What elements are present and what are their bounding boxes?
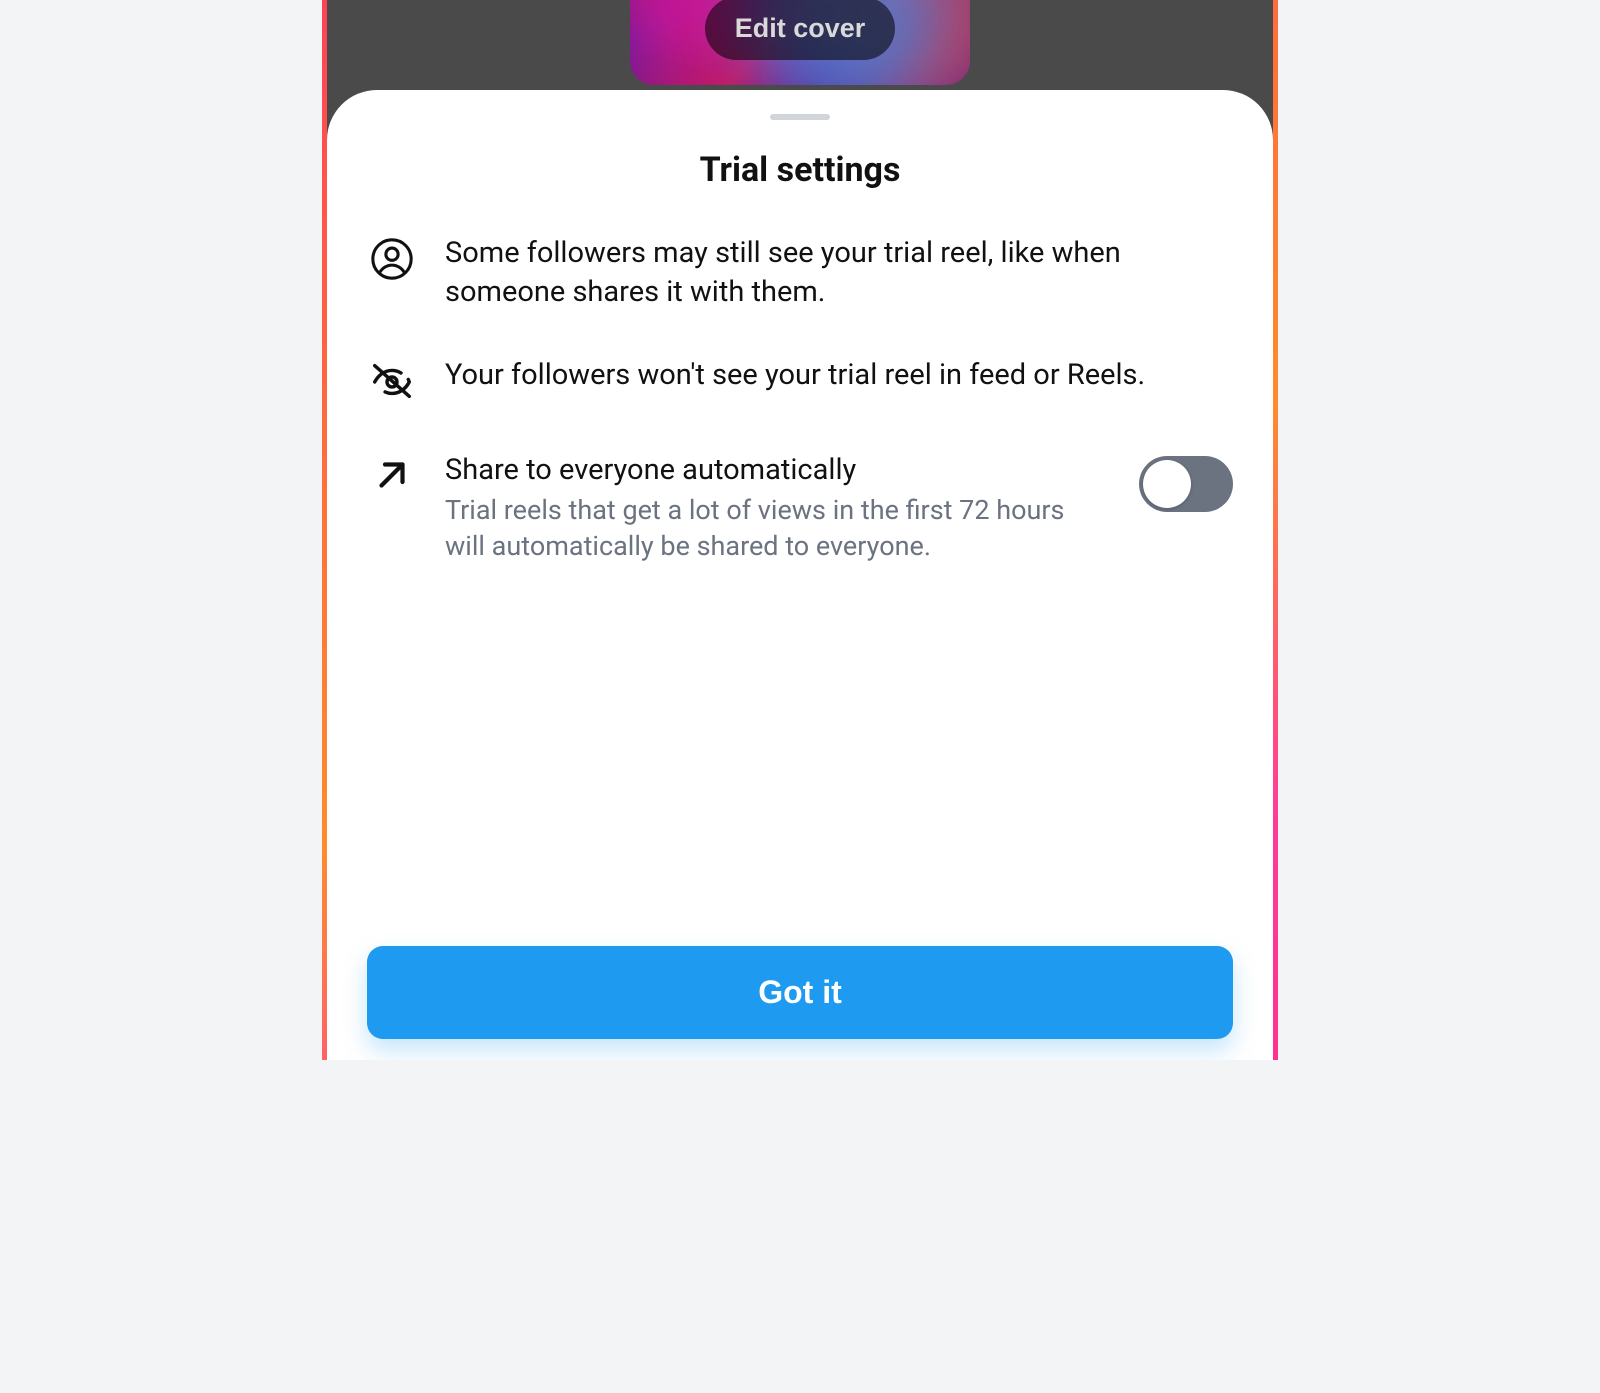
- trial-settings-sheet: Trial settings Some followers may still …: [327, 90, 1273, 1060]
- toggle-row-auto-share: Share to everyone automatically Trial re…: [367, 452, 1233, 565]
- phone-frame: Edit cover Trial settings Some followers…: [322, 0, 1278, 1060]
- arrow-up-right-icon: [367, 454, 417, 504]
- phone-screen: Edit cover Trial settings Some followers…: [327, 0, 1273, 1060]
- edit-cover-button[interactable]: Edit cover: [705, 0, 896, 60]
- got-it-button[interactable]: Got it: [367, 946, 1233, 1039]
- toggle-text: Share to everyone automatically Trial re…: [445, 452, 1111, 565]
- eye-off-icon: [367, 358, 417, 408]
- auto-share-toggle[interactable]: [1139, 456, 1233, 512]
- sheet-grabber[interactable]: [770, 114, 830, 120]
- toggle-subtitle: Trial reels that get a lot of views in t…: [445, 492, 1111, 565]
- toggle-title: Share to everyone automatically: [445, 452, 1111, 490]
- person-circle-icon: [367, 236, 417, 286]
- info-text: Some followers may still see your trial …: [445, 234, 1233, 312]
- sheet-title: Trial settings: [367, 150, 1233, 190]
- info-row-followers-may-see: Some followers may still see your trial …: [367, 234, 1233, 312]
- toggle-knob: [1143, 460, 1191, 508]
- cover-preview: Edit cover: [630, 0, 970, 85]
- info-text: Your followers won't see your trial reel…: [445, 356, 1233, 395]
- page-container: Edit cover Trial settings Some followers…: [18, 0, 1583, 1060]
- info-row-wont-see: Your followers won't see your trial reel…: [367, 356, 1233, 408]
